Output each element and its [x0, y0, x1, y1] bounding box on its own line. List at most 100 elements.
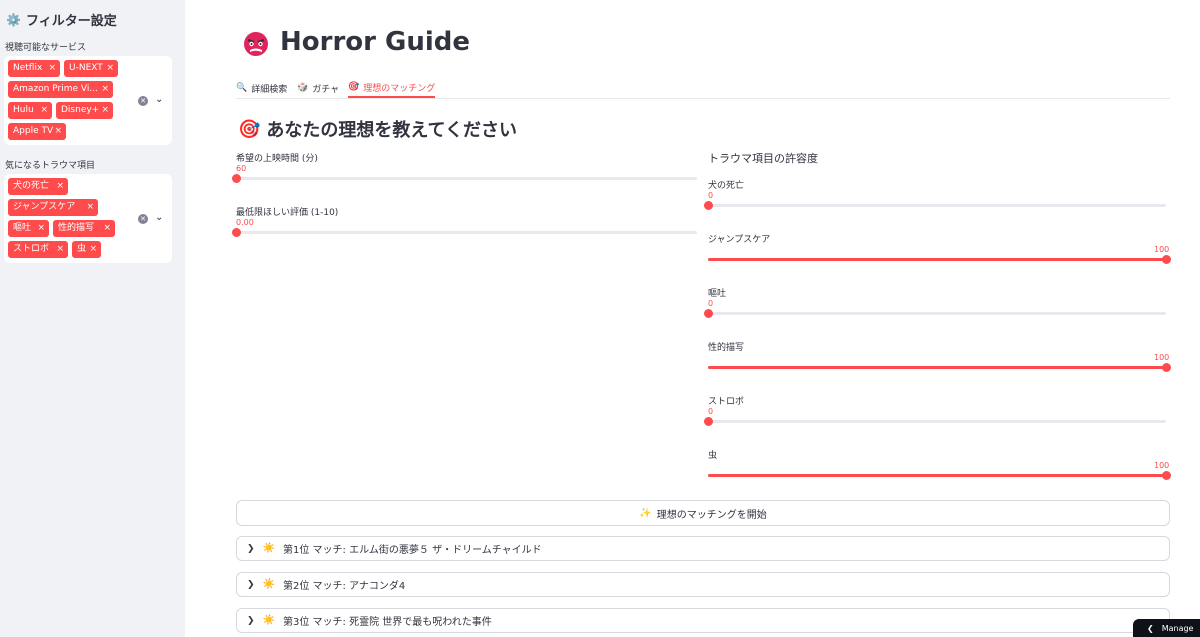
- chip-remove-icon[interactable]: ×: [48, 60, 56, 77]
- chip-label: 嘔吐: [13, 223, 32, 233]
- sun-icon: ☀️: [262, 579, 275, 590]
- trauma-slider-3-track[interactable]: [704, 309, 1166, 318]
- result-expander-3[interactable]: ❯ ☀️ 第3位 マッチ: 死霊院 世界で最も呪われた事件: [236, 608, 1170, 633]
- trauma-slider-2-thumb[interactable]: [1162, 255, 1171, 264]
- trauma-slider-6-fill: [708, 474, 1166, 477]
- trauma-label: 気になるトラウマ項目: [5, 161, 96, 171]
- chip-label: 虫: [77, 244, 87, 254]
- trauma-slider-4-value: 100: [1154, 353, 1170, 362]
- trauma-slider-5-label: ストロボ: [708, 397, 745, 407]
- chip: Hulu ×: [8, 102, 52, 119]
- chip-remove-icon[interactable]: ×: [101, 102, 109, 119]
- trauma-slider-2-label: ジャンプスケア: [708, 235, 771, 245]
- chip: Apple TV ×: [8, 123, 66, 140]
- trauma-slider-1-value: 0: [708, 191, 714, 200]
- clear-icon[interactable]: ✕: [138, 96, 148, 106]
- chevron-right-icon: ❯: [247, 615, 255, 626]
- tab-ideal-matching[interactable]: 🎯 理想のマッチング: [348, 78, 436, 98]
- sun-icon: ☀️: [262, 543, 275, 554]
- section-title: 🎯 あなたの理想を教えてください: [238, 118, 517, 142]
- chevron-down-icon[interactable]: ⌄: [155, 212, 163, 223]
- ogre-mask-icon: [244, 30, 268, 56]
- chip-label: 性的描写: [58, 223, 95, 233]
- chip: ストロボ ×: [8, 241, 68, 258]
- chip-remove-icon[interactable]: ×: [106, 60, 114, 77]
- chip-remove-icon[interactable]: ×: [40, 102, 48, 119]
- chevron-down-icon[interactable]: ⌄: [155, 94, 163, 105]
- trauma-slider-4-label: 性的描写: [708, 343, 745, 353]
- trauma-slider-5-thumb[interactable]: [704, 417, 713, 426]
- chip-label: ジャンプスケア: [13, 202, 76, 212]
- trauma-slider-6-thumb[interactable]: [1162, 471, 1171, 480]
- chip-remove-icon[interactable]: ×: [54, 123, 62, 140]
- tab-gacha[interactable]: 🎲 ガチャ: [297, 78, 339, 98]
- chip: U-NEXT ×: [64, 60, 118, 77]
- chip-remove-icon[interactable]: ×: [86, 199, 94, 216]
- trauma-slider-3-thumb[interactable]: [704, 309, 713, 318]
- trauma-slider-1-label: 犬の死亡: [708, 181, 745, 191]
- trauma-slider-4-fill: [708, 366, 1166, 369]
- chip-remove-icon[interactable]: ×: [37, 220, 45, 237]
- trauma-tolerance-title: トラウマ項目の許容度: [708, 152, 818, 165]
- tab-bar: 🔍 詳細検索 🎲 ガチャ 🎯 理想のマッチング: [236, 74, 1170, 99]
- manage-app-button[interactable]: ❮ Manage: [1133, 619, 1200, 637]
- sparkles-icon: ✨: [639, 507, 652, 519]
- sidebar: ⚙️ フィルター設定 視聴可能なサービス Netflix × U-NEXT × Amaz…: [0, 0, 185, 637]
- chip: 性的描写 ×: [53, 220, 115, 237]
- services-multiselect[interactable]: Netflix × U-NEXT × Amazon Prime Vi... × Hulu × D…: [4, 56, 172, 145]
- start-matching-button[interactable]: ✨ 理想のマッチングを開始: [236, 500, 1170, 526]
- slider-1-value: 60: [236, 164, 247, 173]
- chip-label: Netflix: [13, 63, 43, 73]
- slider-1-track[interactable]: [232, 174, 697, 183]
- chip-label: Hulu: [13, 105, 34, 115]
- chip: ジャンプスケア ×: [8, 199, 98, 216]
- slider-2-thumb[interactable]: [232, 228, 241, 237]
- slider-2-track[interactable]: [232, 228, 697, 237]
- trauma-slider-1-track[interactable]: [704, 201, 1166, 210]
- chip: Netflix ×: [8, 60, 60, 77]
- chip: 犬の死亡 ×: [8, 178, 68, 195]
- trauma-slider-1-thumb[interactable]: [704, 201, 713, 210]
- chevron-right-icon: ❯: [247, 579, 255, 590]
- chip-label: Disney+: [61, 105, 100, 115]
- trauma-slider-2-value: 100: [1154, 245, 1170, 254]
- chip-remove-icon[interactable]: ×: [56, 241, 64, 258]
- trauma-slider-3-label: 嘔吐: [708, 289, 727, 299]
- result-expander-1[interactable]: ❯ ☀️ 第1位 マッチ: エルム街の悪夢５ ザ・ドリームチャイルド: [236, 536, 1170, 561]
- chip: 嘔吐 ×: [8, 220, 49, 237]
- chip-label: Apple TV: [13, 126, 54, 136]
- chip-label: 犬の死亡: [13, 181, 50, 191]
- slider-1-label: 希望の上映時間 (分): [236, 154, 318, 164]
- app-title: Horror Guide: [240, 26, 470, 58]
- trauma-slider-4-track[interactable]: [708, 363, 1171, 372]
- dice-icon: 🎲: [297, 83, 309, 93]
- chip: Amazon Prime Vi... ×: [8, 81, 113, 98]
- chip-label: U-NEXT: [69, 63, 103, 73]
- target-icon: 🎯: [348, 82, 360, 92]
- trauma-slider-5-track[interactable]: [704, 417, 1166, 426]
- chip-remove-icon[interactable]: ×: [101, 81, 109, 98]
- chevron-left-icon: ❮: [1147, 623, 1154, 633]
- trauma-slider-4-thumb[interactable]: [1162, 363, 1171, 372]
- trauma-multiselect[interactable]: 犬の死亡 × ジャンプスケア × 嘔吐 × 性的描写 × ストロボ × 虫 × ✕ ⌄: [4, 174, 172, 263]
- chip-remove-icon[interactable]: ×: [103, 220, 111, 237]
- trauma-slider-2-fill: [708, 258, 1166, 261]
- slider-2-value: 0.00: [236, 218, 254, 227]
- chip-label: Amazon Prime Vi...: [13, 84, 98, 94]
- trauma-slider-6-value: 100: [1154, 461, 1170, 470]
- target-icon: 🎯: [238, 118, 261, 140]
- sun-icon: ☀️: [262, 615, 275, 626]
- trauma-slider-6-track[interactable]: [708, 471, 1171, 480]
- gear-icon: ⚙️: [6, 12, 21, 27]
- clear-icon[interactable]: ✕: [138, 214, 148, 224]
- trauma-slider-6-label: 虫: [708, 451, 718, 461]
- chip-remove-icon[interactable]: ×: [56, 178, 64, 195]
- slider-2-label: 最低限ほしい評価 (1-10): [236, 208, 339, 218]
- trauma-slider-2-track[interactable]: [708, 255, 1171, 264]
- slider-1-thumb[interactable]: [232, 174, 241, 183]
- chip: Disney+ ×: [56, 102, 113, 119]
- chip-remove-icon[interactable]: ×: [89, 241, 97, 258]
- tab-advanced-search[interactable]: 🔍 詳細検索: [236, 78, 287, 98]
- trauma-slider-3-value: 0: [708, 299, 714, 308]
- result-expander-2[interactable]: ❯ ☀️ 第2位 マッチ: アナコンダ4: [236, 572, 1170, 597]
